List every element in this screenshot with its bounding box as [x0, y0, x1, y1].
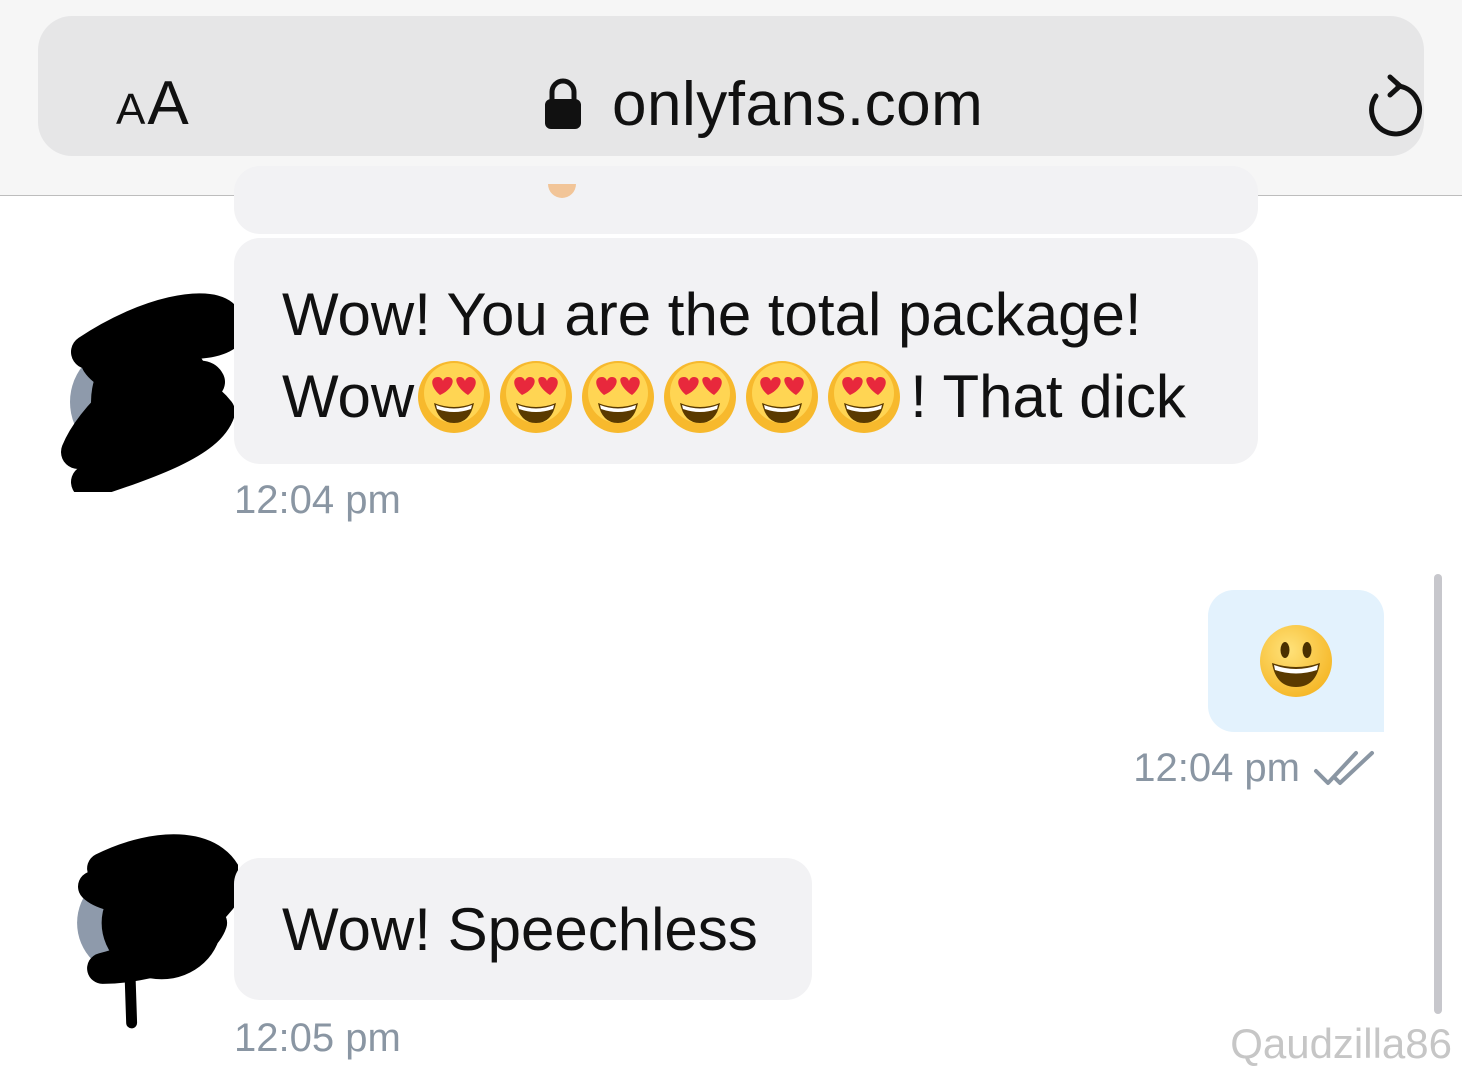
heart-eyes-icon — [418, 361, 491, 433]
grinning-face-icon — [1260, 625, 1332, 697]
double-check-icon — [1314, 750, 1374, 785]
text-size-big-label: A — [147, 69, 189, 138]
avatar-redacted — [77, 834, 238, 1029]
reload-icon[interactable] — [1362, 74, 1428, 140]
previous-message-bubble — [234, 166, 1258, 234]
message-timestamp: 12:05 pm — [234, 1016, 401, 1060]
text-size-button[interactable]: A A — [116, 68, 189, 138]
outgoing-message-bubble[interactable] — [1208, 590, 1384, 732]
lock-icon — [545, 78, 581, 129]
sent-status-row: 12:04 pm — [1133, 746, 1382, 791]
message-timestamp: 12:04 pm — [1133, 746, 1300, 790]
incoming-message-bubble[interactable]: Wow! You are the total package! Wow ! Th… — [234, 238, 1258, 464]
emoji-sequence — [416, 359, 908, 435]
heart-eyes-icon — [582, 361, 655, 433]
incoming-message-bubble[interactable]: Wow! Speechless — [234, 858, 812, 1000]
heart-eyes-icon — [746, 361, 819, 433]
message-line: Wow ! That dick — [282, 356, 1258, 438]
chat-thread[interactable]: Wow! You are the total package! Wow ! Th… — [0, 166, 1462, 1080]
watermark: Qaudzilla86 — [1230, 1020, 1452, 1067]
message-line: Wow! You are the total package! — [282, 281, 1142, 348]
scrollbar[interactable] — [1434, 574, 1442, 1014]
message-timestamp: 12:04 pm — [234, 478, 401, 522]
url-field[interactable]: onlyfans.com — [544, 66, 983, 142]
text-size-small-label: A — [116, 85, 146, 134]
heart-eyes-icon — [664, 361, 737, 433]
heart-eyes-icon — [828, 361, 901, 433]
url-text: onlyfans.com — [612, 69, 984, 139]
message-text-prefix: Wow — [282, 363, 415, 430]
avatar-redacted — [61, 293, 238, 492]
message-text-suffix: ! That dick — [910, 363, 1186, 430]
message-text: Wow! Speechless — [282, 895, 758, 963]
heart-eyes-icon — [500, 361, 573, 433]
address-bar[interactable]: A A onlyfans.com — [38, 16, 1424, 156]
